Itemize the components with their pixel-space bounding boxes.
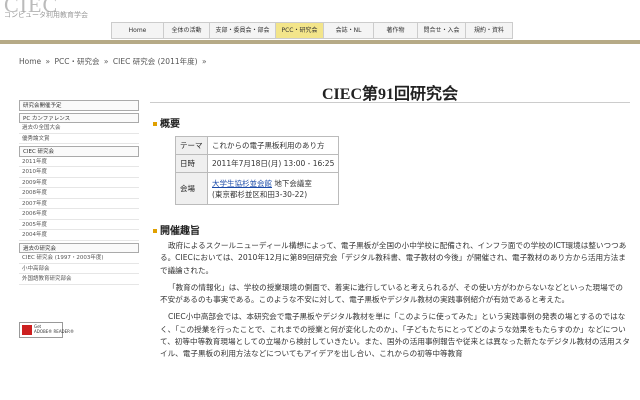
sidebar-item-2006[interactable]: 2006年度 (19, 209, 139, 220)
bullet-icon (153, 229, 157, 233)
nav-item-publications[interactable]: 著作物 (374, 23, 418, 38)
header-divider (0, 40, 640, 44)
sidebar-item-2008[interactable]: 2008年度 (19, 188, 139, 199)
sidebar-item-2007[interactable]: 2007年度 (19, 199, 139, 209)
title-divider (150, 102, 630, 103)
sidebar-item-past-meetings[interactable]: 過去の研究会 (19, 242, 139, 253)
bullet-icon (153, 122, 157, 126)
site-header: CIEC コンピュータ利用教育学会 Home 全体の活動 支部・委員会・部会 P… (0, 0, 640, 44)
purpose-heading: 開催趣旨 (153, 222, 200, 237)
purpose-paragraph: CIEC小中高部会では、本研究会で電子黒板やデジタル教材を単に「このように使って… (160, 312, 630, 359)
nav-item-journal[interactable]: 会誌・NL (324, 23, 374, 38)
table-row: テーマ これからの電子黒板利用のあり方 (175, 136, 340, 155)
nav-item-activities[interactable]: 全体の活動 (164, 23, 210, 38)
purpose-paragraph: 政府によるスクールニューディール構想によって、電子黒板が全国の小中学校に配備され… (160, 241, 627, 275)
sidebar-item-2010[interactable]: 2010年度 (19, 167, 139, 178)
nav-item-pcc[interactable]: PCC・研究会 (276, 23, 324, 38)
nav-item-rules[interactable]: 規約・資料 (466, 23, 512, 38)
page-title: CIEC第91回研究会 (321, 86, 458, 103)
adobe-icon (22, 325, 32, 335)
adobe-reader-badge[interactable]: Get ADOBE® READER® (19, 322, 74, 338)
sidebar-item-2005[interactable]: 2005年度 (19, 220, 139, 230)
sidebar-item-best-paper[interactable]: 優秀論文賞 (19, 134, 139, 144)
sidebar-item-past-conferences[interactable]: 過去の全国大会 (19, 123, 139, 134)
breadcrumb-ciec-2011[interactable]: CIEC 研究会 (2011年度) (113, 57, 198, 66)
purpose-body: 政府によるスクールニューディール構想によって、電子黒板が全国の小中学校に配備され… (160, 240, 630, 366)
nav-item-contact[interactable]: 問合せ・入会 (418, 23, 466, 38)
sidebar-item-upcoming[interactable]: 研究会開催予定 (19, 100, 139, 111)
breadcrumb-separator: » (103, 57, 109, 66)
sidebar: 研究会開催予定 PC カンファレンス 過去の全国大会 優秀論文賞 CIEC 研究… (19, 98, 139, 285)
site-logo-subtitle: コンピュータ利用教育学会 (4, 11, 88, 19)
sidebar-item-k12[interactable]: 小中高部会 (19, 264, 139, 274)
sidebar-item-ciec-meetings[interactable]: CIEC 研究会 (19, 146, 139, 157)
main-nav: Home 全体の活動 支部・委員会・部会 PCC・研究会 会誌・NL 著作物 問… (111, 22, 513, 39)
theme-label: テーマ (175, 136, 208, 155)
venue-room: 地下会議室 (272, 178, 312, 188)
nav-item-branches[interactable]: 支部・委員会・部会 (210, 23, 276, 38)
breadcrumb-separator: » (201, 57, 207, 66)
sidebar-item-2009[interactable]: 2009年度 (19, 178, 139, 188)
venue-value: 大学生協杉並会館 地下会議室 (東京都杉並区和田3-30-22) (206, 172, 340, 205)
sidebar-item-2011[interactable]: 2011年度 (19, 157, 139, 167)
adobe-badge-text: Get ADOBE® READER® (34, 324, 74, 334)
breadcrumb-separator: » (45, 57, 51, 66)
sidebar-item-pc-conference[interactable]: PC カンファレンス (19, 112, 139, 123)
venue-address: (東京都杉並区和田3-30-22) (212, 189, 308, 199)
sidebar-item-ciec-1997-2003[interactable]: CIEC 研究会 (1997・2003年度) (19, 253, 139, 264)
breadcrumb-home[interactable]: Home (19, 57, 41, 66)
table-row: 会場 大学生協杉並会館 地下会議室 (東京都杉並区和田3-30-22) (175, 172, 340, 205)
nav-item-home[interactable]: Home (112, 23, 164, 38)
sidebar-item-foreign-language[interactable]: 外国語教育研究部会 (19, 274, 139, 285)
overview-heading: 概要 (153, 115, 180, 130)
theme-value: これからの電子黒板利用のあり方 (206, 136, 340, 155)
venue-label: 会場 (175, 172, 208, 205)
breadcrumb-pcc[interactable]: PCC・研究会 (55, 57, 100, 66)
sidebar-item-2004[interactable]: 2004年度 (19, 230, 139, 241)
breadcrumb: Home » PCC・研究会 » CIEC 研究会 (2011年度) » (19, 56, 209, 67)
overview-table: テーマ これからの電子黒板利用のあり方 日時 2011年7月18日(月) 13:… (175, 136, 340, 205)
date-label: 日時 (175, 154, 208, 173)
venue-link[interactable]: 大学生協杉並会館 (212, 179, 272, 188)
table-row: 日時 2011年7月18日(月) 13:00 - 16:25 (175, 154, 340, 173)
date-value: 2011年7月18日(月) 13:00 - 16:25 (206, 154, 340, 173)
purpose-paragraph: 「教育の情報化」は、学校の授業環境の側面で、着実に進行していると考えられるが、そ… (160, 282, 623, 305)
